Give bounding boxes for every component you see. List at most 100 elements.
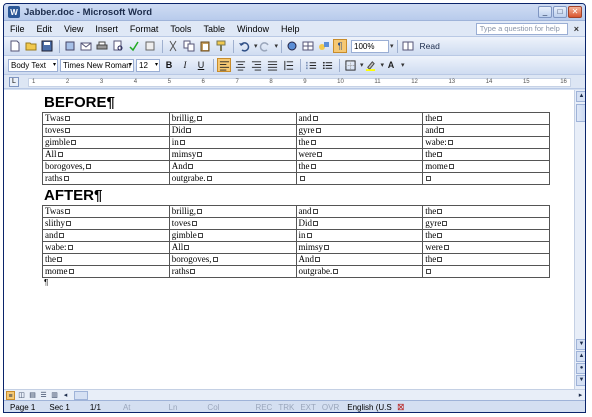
table-cell[interactable]: wabe:: [422, 136, 550, 149]
table-cell[interactable]: the: [422, 112, 550, 125]
hyperlink-icon[interactable]: [285, 39, 299, 53]
save-icon[interactable]: [40, 39, 54, 53]
table-cell[interactable]: toves: [168, 217, 297, 230]
table-cell[interactable]: raths: [168, 265, 297, 278]
table-cell[interactable]: were: [422, 241, 550, 254]
table-cell[interactable]: brillig,: [168, 205, 297, 218]
table-cell[interactable]: Twas: [42, 205, 170, 218]
before-table[interactable]: Twas brillig, and the toves Did gyre and gimble i…: [42, 112, 550, 185]
print-icon[interactable]: [95, 39, 109, 53]
format-painter-icon[interactable]: [214, 39, 228, 53]
table-cell[interactable]: the: [422, 253, 550, 266]
table-cell[interactable]: and: [295, 205, 424, 218]
table-cell[interactable]: Did: [295, 217, 424, 230]
open-folder-icon[interactable]: [24, 39, 38, 53]
table-cell[interactable]: All: [42, 148, 170, 161]
align-left-icon[interactable]: [217, 58, 231, 72]
table-cell[interactable]: borogoves,: [168, 253, 297, 266]
bold-icon[interactable]: B: [162, 58, 176, 72]
drawing-icon[interactable]: [317, 39, 331, 53]
table-cell[interactable]: the: [422, 205, 550, 218]
table-cell[interactable]: in: [295, 229, 424, 242]
show-hide-pilcrow-icon[interactable]: ¶: [333, 39, 348, 53]
table-cell[interactable]: the: [422, 229, 550, 242]
paste-icon[interactable]: [198, 39, 212, 53]
table-cell[interactable]: mimsy: [168, 148, 297, 161]
font-size-select[interactable]: 12 ▾: [136, 58, 160, 72]
scroll-up-icon[interactable]: ▲: [576, 91, 585, 102]
spelling-status-icon[interactable]: ⛝: [398, 403, 404, 413]
status-language[interactable]: English (U.S: [347, 403, 391, 412]
table-cell[interactable]: and: [295, 112, 424, 125]
read-icon[interactable]: [401, 39, 415, 53]
menu-table[interactable]: Table: [203, 24, 225, 34]
table-cell[interactable]: [295, 172, 424, 185]
table-cell[interactable]: gimble: [42, 136, 170, 149]
menu-help[interactable]: Help: [281, 24, 300, 34]
maximize-button[interactable]: □: [553, 6, 567, 18]
email-icon[interactable]: [79, 39, 93, 53]
table-cell[interactable]: And: [295, 253, 424, 266]
table-cell[interactable]: borogoves,: [42, 160, 170, 173]
menu-window[interactable]: Window: [237, 24, 269, 34]
table-cell[interactable]: mimsy: [295, 241, 424, 254]
table-cell[interactable]: slithy: [42, 217, 170, 230]
font-color-icon[interactable]: A: [384, 58, 398, 72]
cut-icon[interactable]: [166, 39, 180, 53]
underline-icon[interactable]: U: [194, 58, 208, 72]
align-right-icon[interactable]: [249, 58, 263, 72]
style-select[interactable]: Body Text ▾: [8, 58, 58, 72]
bullets-icon[interactable]: [320, 58, 334, 72]
normal-view-icon[interactable]: ≡: [6, 390, 15, 400]
menu-format[interactable]: Format: [130, 24, 159, 34]
close-button[interactable]: ✕: [568, 6, 582, 18]
table-cell[interactable]: [422, 172, 550, 185]
next-page-icon[interactable]: ▼: [576, 375, 585, 386]
chevron-down-icon[interactable]: ▾: [275, 42, 279, 50]
status-trk[interactable]: TRK: [278, 403, 294, 412]
chevron-down-icon[interactable]: ▾: [390, 42, 394, 50]
research-icon[interactable]: [143, 39, 157, 53]
status-rec[interactable]: REC: [255, 403, 272, 412]
table-cell[interactable]: outgrabe.: [168, 172, 297, 185]
permission-icon[interactable]: [63, 39, 77, 53]
reading-view-icon[interactable]: ▥: [50, 391, 59, 400]
menu-tools[interactable]: Tools: [170, 24, 191, 34]
status-ovr[interactable]: OVR: [322, 403, 339, 412]
table-cell[interactable]: and: [42, 229, 170, 242]
read-button[interactable]: Read: [420, 41, 440, 51]
highlight-icon[interactable]: [364, 58, 378, 72]
table-cell[interactable]: gimble: [168, 229, 297, 242]
browse-object-icon[interactable]: ●: [576, 363, 585, 374]
scroll-thumb[interactable]: [576, 104, 585, 122]
justify-icon[interactable]: [265, 58, 279, 72]
table-cell[interactable]: gyre: [422, 217, 550, 230]
menu-edit[interactable]: Edit: [37, 24, 53, 34]
borders-icon[interactable]: [343, 58, 357, 72]
scroll-down-icon[interactable]: ▼: [576, 339, 585, 350]
vertical-scrollbar[interactable]: ▲ ▼ ▲ ● ▼: [574, 90, 585, 389]
chevron-down-icon[interactable]: ▾: [401, 61, 405, 69]
document-page[interactable]: BEFORE¶ Twas brillig, and the toves Did gyre an…: [4, 90, 574, 389]
scroll-left-icon[interactable]: ◂: [61, 391, 70, 400]
table-cell[interactable]: in: [168, 136, 297, 149]
print-layout-icon[interactable]: ▤: [28, 391, 37, 400]
new-document-icon[interactable]: [8, 39, 22, 53]
web-view-icon[interactable]: ◫: [17, 391, 26, 400]
copy-icon[interactable]: [182, 39, 196, 53]
status-ext[interactable]: EXT: [300, 403, 316, 412]
minimize-button[interactable]: _: [538, 6, 552, 18]
menu-file[interactable]: File: [10, 24, 25, 34]
table-cell[interactable]: And: [168, 160, 297, 173]
help-search-input[interactable]: Type a question for help: [475, 22, 568, 35]
table-cell[interactable]: brillig,: [168, 112, 297, 125]
table-cell[interactable]: outgrabe.: [295, 265, 424, 278]
table-cell[interactable]: the: [422, 148, 550, 161]
horizontal-scrollbar[interactable]: ≡ ◫ ▤ ☰ ▥ ◂ ▸: [4, 389, 585, 400]
table-cell[interactable]: the: [295, 160, 424, 173]
table-cell[interactable]: Did: [168, 124, 297, 137]
tab-selector-icon[interactable]: L: [9, 77, 19, 87]
table-cell[interactable]: gyre: [295, 124, 424, 137]
table-cell[interactable]: were: [295, 148, 424, 161]
table-cell[interactable]: Twas: [42, 112, 170, 125]
